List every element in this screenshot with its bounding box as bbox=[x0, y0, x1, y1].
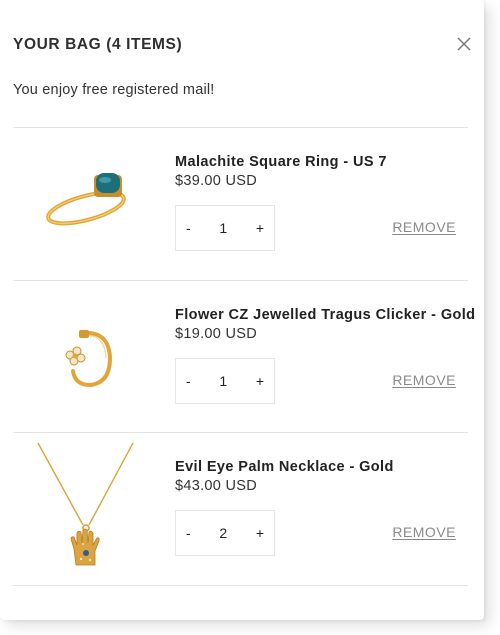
item-price: $19.00 USD bbox=[175, 326, 257, 342]
decrement-button[interactable]: - bbox=[186, 220, 191, 236]
increment-button[interactable]: + bbox=[256, 525, 264, 541]
divider bbox=[13, 585, 468, 586]
gold-ring-malachite-image[interactable] bbox=[13, 128, 163, 280]
quantity-stepper: - 2 + bbox=[175, 510, 275, 556]
cart-item: Evil Eye Palm Necklace - Gold $43.00 USD… bbox=[13, 433, 468, 585]
remove-button[interactable]: REMOVE bbox=[392, 219, 456, 235]
quantity-input[interactable]: 2 bbox=[219, 525, 227, 541]
increment-button[interactable]: + bbox=[256, 220, 264, 236]
increment-button[interactable]: + bbox=[256, 373, 264, 389]
quantity-input[interactable]: 1 bbox=[219, 220, 227, 236]
cart-item: Malachite Square Ring - US 7 $39.00 USD … bbox=[13, 128, 468, 280]
item-price: $39.00 USD bbox=[175, 173, 257, 189]
quantity-input[interactable]: 1 bbox=[219, 373, 227, 389]
quantity-stepper: - 1 + bbox=[175, 205, 275, 251]
cart-drawer: YOUR BAG (4 ITEMS) You enjoy free regist… bbox=[0, 0, 484, 620]
decrement-button[interactable]: - bbox=[186, 525, 191, 541]
item-name[interactable]: Flower CZ Jewelled Tragus Clicker - Gold bbox=[175, 307, 475, 323]
decrement-button[interactable]: - bbox=[186, 373, 191, 389]
gold-hamsa-necklace-image[interactable] bbox=[13, 433, 163, 585]
item-name[interactable]: Malachite Square Ring - US 7 bbox=[175, 154, 387, 170]
remove-button[interactable]: REMOVE bbox=[392, 372, 456, 388]
quantity-stepper: - 1 + bbox=[175, 358, 275, 404]
item-price: $43.00 USD bbox=[175, 478, 257, 494]
shipping-notice: You enjoy free registered mail! bbox=[13, 82, 215, 98]
item-name[interactable]: Evil Eye Palm Necklace - Gold bbox=[175, 459, 394, 475]
remove-button[interactable]: REMOVE bbox=[392, 524, 456, 540]
cart-title: YOUR BAG (4 ITEMS) bbox=[13, 36, 183, 53]
cart-item: Flower CZ Jewelled Tragus Clicker - Gold… bbox=[13, 281, 475, 433]
gold-hoop-earring-image[interactable] bbox=[13, 281, 163, 433]
close-icon[interactable] bbox=[456, 36, 472, 52]
